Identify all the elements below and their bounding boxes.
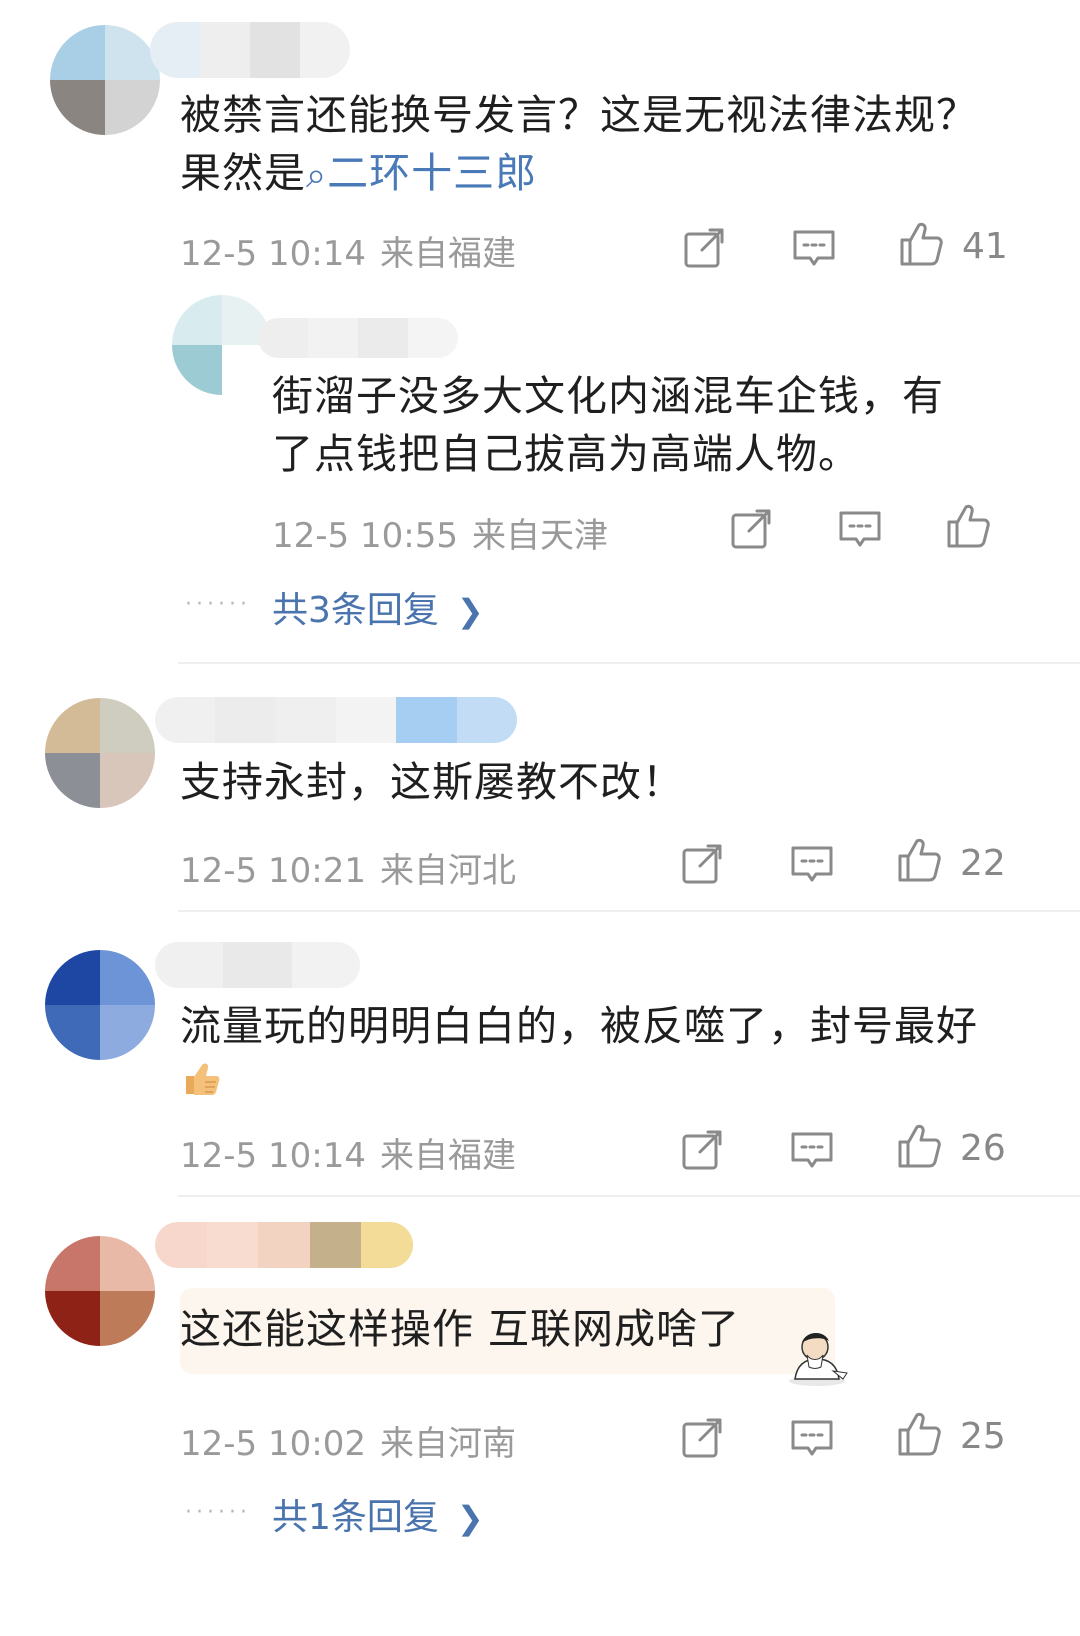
like-count: 26 — [960, 1128, 1006, 1169]
thumbs-up-emoji-icon — [180, 1060, 222, 1098]
like-count: 22 — [960, 843, 1006, 884]
thumbs-up-icon[interactable] — [897, 220, 945, 268]
search-icon: ⌕ — [306, 155, 328, 196]
comment-location: 来自河南 — [379, 1424, 516, 1464]
divider — [178, 910, 1080, 912]
username-blurred[interactable] — [155, 697, 517, 743]
reply-avatar[interactable] — [172, 295, 272, 395]
reply-time: 12-5 10:55 — [272, 516, 458, 556]
mention-link[interactable]: ⌕二环十三郎 — [306, 149, 537, 197]
comment-location: 来自福建 — [379, 234, 516, 274]
reply-meta: 12-5 10:55 来自天津 — [272, 508, 608, 557]
view-replies-link[interactable]: 共1条回复 ❯ — [272, 1488, 484, 1540]
avatar[interactable] — [45, 698, 155, 808]
divider — [178, 662, 1080, 664]
comment-time: 12-5 10:14 — [180, 1136, 366, 1176]
avatar[interactable] — [45, 950, 155, 1060]
comment-icon[interactable] — [788, 840, 836, 888]
old-man-sticker-icon — [785, 1325, 853, 1387]
comment-meta: 12-5 10:14 来自福建 — [180, 226, 516, 275]
avatar[interactable] — [45, 1236, 155, 1346]
comment-icon[interactable] — [788, 1414, 836, 1462]
like-count: 25 — [960, 1416, 1006, 1457]
comment-meta: 12-5 10:14 来自福建 — [180, 1128, 516, 1177]
username-blurred[interactable] — [155, 1222, 413, 1268]
avatar[interactable] — [50, 25, 160, 135]
share-icon[interactable] — [678, 1126, 726, 1174]
share-icon[interactable] — [678, 840, 726, 888]
chevron-right-icon: ❯ — [456, 592, 484, 630]
username-blurred[interactable] — [150, 22, 350, 78]
comment-icon[interactable] — [790, 224, 838, 272]
comment-text: 被禁言还能换号发言？这是无视法律法规？ 果然是⌕二环十三郎 — [180, 91, 978, 197]
like-count: 41 — [962, 226, 1008, 267]
reply-text: 街溜子没多大文化内涵混车企钱，有 了点钱把自己拔高为高端人物。 — [272, 372, 944, 478]
share-icon[interactable] — [678, 1414, 726, 1462]
comment-time: 12-5 10:02 — [180, 1424, 366, 1464]
chevron-right-icon: ❯ — [456, 1499, 484, 1537]
thumbs-up-icon[interactable] — [895, 836, 943, 884]
username-blurred[interactable] — [155, 942, 360, 988]
comment-meta: 12-5 10:02 来自河南 — [180, 1416, 516, 1465]
comment-time: 12-5 10:21 — [180, 851, 366, 891]
comment-meta: 12-5 10:21 来自河北 — [180, 843, 516, 892]
reply-location: 来自天津 — [471, 516, 608, 556]
thumbs-up-icon[interactable] — [895, 1410, 943, 1458]
divider — [178, 1195, 1080, 1197]
thumbs-up-icon[interactable] — [895, 1122, 943, 1170]
dots-divider: ······ — [185, 1500, 251, 1525]
comment-location: 来自福建 — [379, 1136, 516, 1176]
comment-time: 12-5 10:14 — [180, 234, 366, 274]
thumbs-up-icon[interactable] — [944, 502, 992, 550]
comment-icon[interactable] — [788, 1126, 836, 1174]
reply-username-blurred[interactable] — [258, 318, 458, 358]
comment-text: 支持永封，这斯屡教不改！ — [180, 758, 684, 806]
share-icon[interactable] — [727, 505, 775, 553]
share-icon[interactable] — [680, 224, 728, 272]
view-replies-link[interactable]: 共3条回复 ❯ — [272, 581, 484, 633]
comment-text: 流量玩的明明白白的，被反噬了，封号最好 — [180, 1002, 978, 1050]
comment-icon[interactable] — [836, 505, 884, 553]
comment-location: 来自河北 — [379, 851, 516, 891]
comment-text: 这还能这样操作 互联网成啥了 — [180, 1305, 741, 1353]
dots-divider: ······ — [185, 592, 251, 617]
